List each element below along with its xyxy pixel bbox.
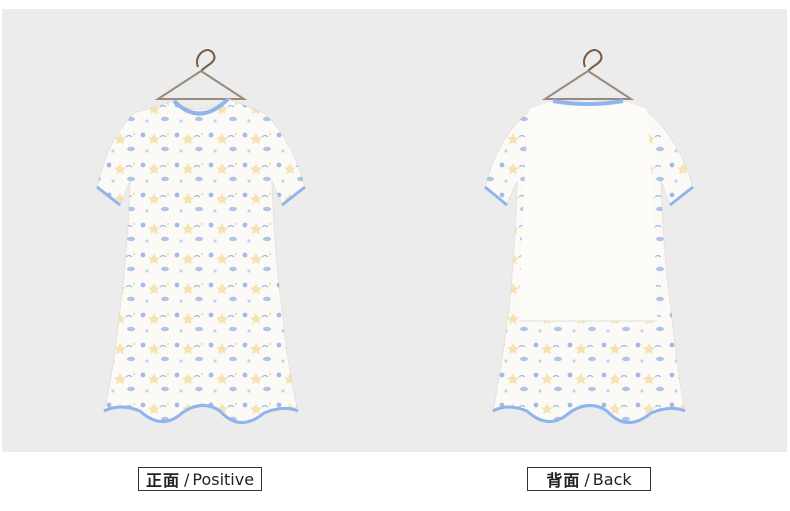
front-view-panel xyxy=(2,9,394,452)
front-caption-separator: / xyxy=(183,469,190,489)
back-caption-chinese: 背面 xyxy=(546,471,581,490)
pajama-dress-front xyxy=(96,97,306,424)
pajama-dress-back xyxy=(484,99,694,424)
back-view-caption: 背面 / Back xyxy=(527,467,651,491)
back-caption-separator: / xyxy=(584,469,590,489)
front-caption-english: Positive xyxy=(192,469,255,489)
hanger-icon xyxy=(154,49,248,100)
back-view-panel xyxy=(395,9,787,452)
back-caption-english: Back xyxy=(592,469,632,489)
front-view-caption: 正面 / Positive xyxy=(138,467,262,491)
product-image-area xyxy=(2,9,787,452)
front-caption-chinese: 正面 xyxy=(145,471,180,490)
hanger-icon xyxy=(541,49,635,100)
